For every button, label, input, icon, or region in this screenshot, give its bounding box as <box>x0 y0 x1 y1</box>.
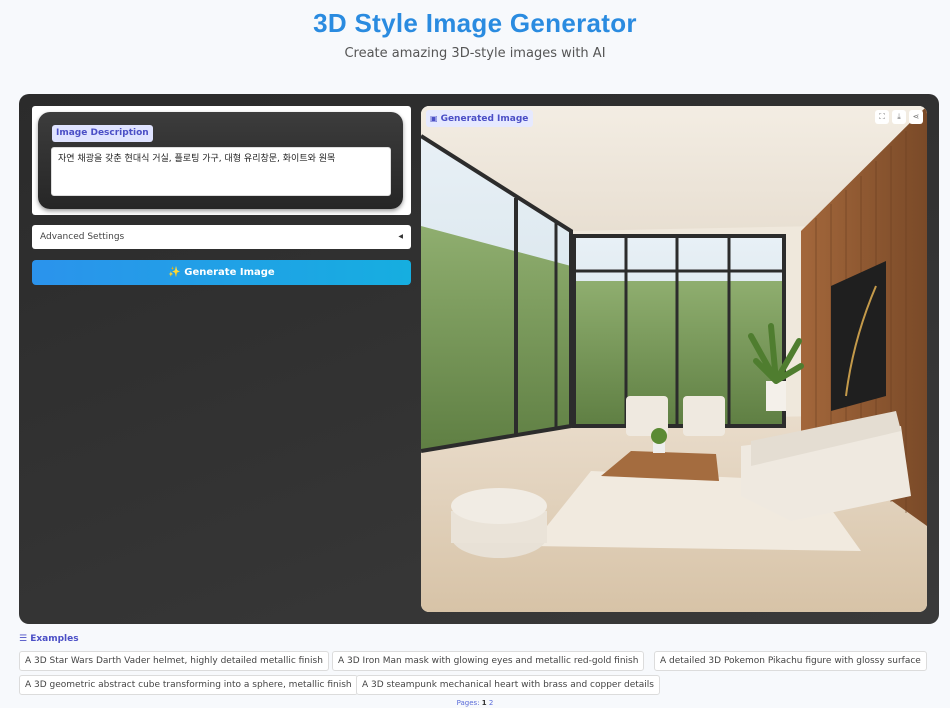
collapse-arrow-icon: ◀ <box>398 233 403 240</box>
main-panel: Image Description 자연 채광을 갖춘 현대식 거실, 플로팅 … <box>19 94 939 624</box>
generated-image-label-text: Generated Image <box>440 114 529 124</box>
advanced-settings-label: Advanced Settings <box>40 232 125 242</box>
page-subtitle: Create amazing 3D-style images with AI <box>344 46 606 61</box>
fullscreen-icon[interactable]: ⛶ <box>875 110 889 124</box>
example-item[interactable]: A 3D Star Wars Darth Vader helmet, highl… <box>19 651 329 671</box>
page-title: 3D Style Image Generator <box>313 8 637 38</box>
prompt-block: Image Description 자연 채광을 갖춘 현대식 거실, 플로팅 … <box>38 112 403 209</box>
examples-heading: ☰ Examples <box>19 634 79 644</box>
page-2-link[interactable]: 2 <box>489 699 493 707</box>
download-icon[interactable]: ⤓ <box>892 110 906 124</box>
example-item[interactable]: A detailed 3D Pokemon Pikachu figure wit… <box>654 651 927 671</box>
generate-image-button[interactable]: ✨ Generate Image <box>32 260 411 285</box>
prompt-label: Image Description <box>52 125 153 142</box>
image-icon: ▣ <box>430 114 438 123</box>
prompt-textarea[interactable]: 자연 채광을 갖춘 현대식 거실, 플로팅 가구, 대형 유리창문, 화이트와 … <box>51 147 391 196</box>
page-1-link[interactable]: 1 <box>482 699 487 707</box>
prompt-card: Image Description 자연 채광을 갖춘 현대식 거실, 플로팅 … <box>32 106 411 215</box>
example-item[interactable]: A 3D Iron Man mask with glowing eyes and… <box>332 651 645 671</box>
pagination: Pages: 1 2 <box>0 699 950 707</box>
image-toolbar: ⛶ ⤓ ⋖ <box>875 110 923 124</box>
generated-image-panel: ▣ Generated Image ⛶ ⤓ ⋖ <box>421 106 927 612</box>
pages-label: Pages: <box>456 699 480 707</box>
example-item[interactable]: A 3D geometric abstract cube transformin… <box>19 675 358 695</box>
advanced-settings-accordion[interactable]: Advanced Settings ◀ <box>32 225 411 249</box>
generated-image-label: ▣ Generated Image <box>426 110 534 127</box>
share-icon[interactable]: ⋖ <box>909 110 923 124</box>
generated-image <box>421 106 927 612</box>
example-item[interactable]: A 3D steampunk mechanical heart with bra… <box>356 675 660 695</box>
